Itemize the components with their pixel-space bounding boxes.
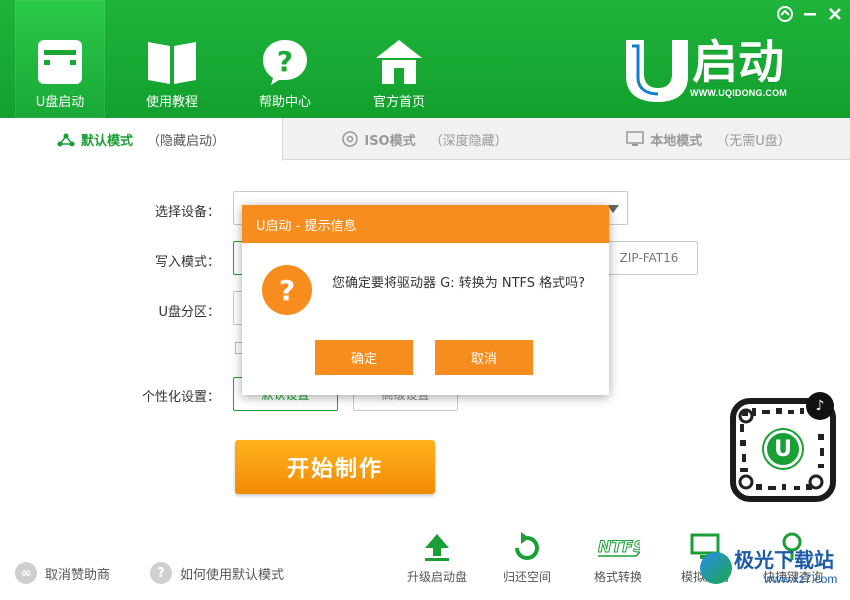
watermark-text: 极光下载站: [734, 548, 834, 572]
home-icon: [376, 40, 422, 84]
device-label: 选择设备：: [154, 205, 220, 220]
watermark-url: www.xz7.com: [764, 572, 838, 586]
how-to-use-label: 如何使用默认模式: [180, 567, 285, 583]
dialog-message: 您确定要将驱动器 G: 转换为 NTFS 格式吗?: [332, 276, 586, 291]
nav-help[interactable]: ? 帮助中心: [240, 0, 330, 118]
help-bubble-icon: ?: [263, 40, 307, 85]
usb-window-icon: [38, 40, 82, 84]
tool-restore-space[interactable]: 归还空间: [492, 530, 562, 585]
confirm-button[interactable]: 确定: [315, 340, 413, 375]
upload-arrow-icon: [425, 534, 449, 561]
nav-usb-boot[interactable]: U盘启动: [15, 0, 105, 118]
ntfs-icon: NTFS: [598, 537, 640, 557]
book-icon: [148, 42, 196, 84]
minimize-button[interactable]: [800, 4, 820, 24]
ntfs-text: NTFS: [598, 537, 640, 556]
question-icon: ?: [262, 265, 312, 315]
nav-label: 帮助中心: [258, 95, 311, 110]
personalize-label: 个性化设置：: [141, 390, 220, 405]
share-nodes-icon: [57, 133, 75, 146]
cancel-sponsor-link[interactable]: ∞ 取消赞助商: [15, 562, 110, 584]
dialog-title: U启动 - 提示信息: [242, 205, 609, 243]
cancel-button[interactable]: 取消: [435, 340, 533, 375]
confirm-dialog: U启动 - 提示信息 ? 您确定要将驱动器 G: 转换为 NTFS 格式吗? 确…: [242, 205, 609, 395]
nav-label: U盘启动: [35, 95, 85, 110]
logo-domain: WWW.UQIDONG.COM: [690, 88, 787, 98]
tab-sub-label: （隐藏启动）: [147, 134, 226, 149]
mode-tabs: 默认模式 （隐藏启动） ISO模式 （深度隐藏） 本地模式 （无需U盘）: [0, 118, 850, 161]
tool-label: 格式转换: [593, 570, 642, 584]
tool-label: 升级启动盘: [406, 570, 467, 584]
close-button[interactable]: [825, 4, 845, 24]
tab-sub-label: （深度隐藏）: [429, 133, 508, 149]
skin-icon[interactable]: [775, 4, 795, 24]
svg-text:?: ?: [277, 45, 293, 78]
tiktok-icon[interactable]: ♪: [806, 392, 834, 420]
handshake-icon: ∞: [15, 562, 37, 584]
write-mode-zip-fat16[interactable]: ZIP-FAT16: [600, 241, 698, 275]
watermark: 极光下载站 www.xz7.com: [700, 548, 846, 596]
disc-icon: [342, 131, 359, 147]
monitor-icon: [626, 131, 644, 146]
partition-label: U盘分区：: [158, 305, 220, 320]
tab-mode-label: 默认模式: [80, 134, 133, 149]
question-icon: ?: [150, 562, 172, 584]
qr-center-logo: U: [764, 430, 802, 468]
tool-format-convert[interactable]: NTFS 格式转换: [583, 530, 653, 585]
tab-sub-label: （无需U盘）: [716, 133, 791, 149]
cancel-sponsor-label: 取消赞助商: [45, 567, 111, 583]
tool-label: 归还空间: [502, 570, 551, 584]
nav-label: 使用教程: [145, 95, 198, 110]
nav-label: 官方首页: [372, 95, 425, 110]
how-to-use-link[interactable]: ? 如何使用默认模式: [150, 562, 284, 584]
nav-home[interactable]: 官方首页: [354, 0, 444, 118]
tab-default-mode[interactable]: 默认模式 （隐藏启动）: [0, 118, 283, 161]
tool-upgrade[interactable]: 升级启动盘: [402, 530, 472, 585]
tab-mode-label: 本地模式: [650, 133, 703, 149]
app-header: U盘启动 使用教程 ? 帮助中心 官方首页 启动 WWW.UQIDONG.COM: [0, 0, 850, 118]
logo-text: 启动: [692, 35, 784, 89]
tab-mode-label: ISO模式: [364, 133, 416, 149]
tab-iso-mode[interactable]: ISO模式 （深度隐藏）: [283, 118, 567, 160]
tab-local-mode[interactable]: 本地模式 （无需U盘）: [567, 118, 850, 160]
refresh-icon: [515, 532, 539, 560]
nav-tutorial[interactable]: 使用教程: [127, 0, 217, 118]
start-make-button[interactable]: 开始制作: [235, 440, 435, 494]
watermark-logo-icon: [700, 552, 732, 584]
write-mode-label: 写入模式：: [154, 255, 220, 270]
